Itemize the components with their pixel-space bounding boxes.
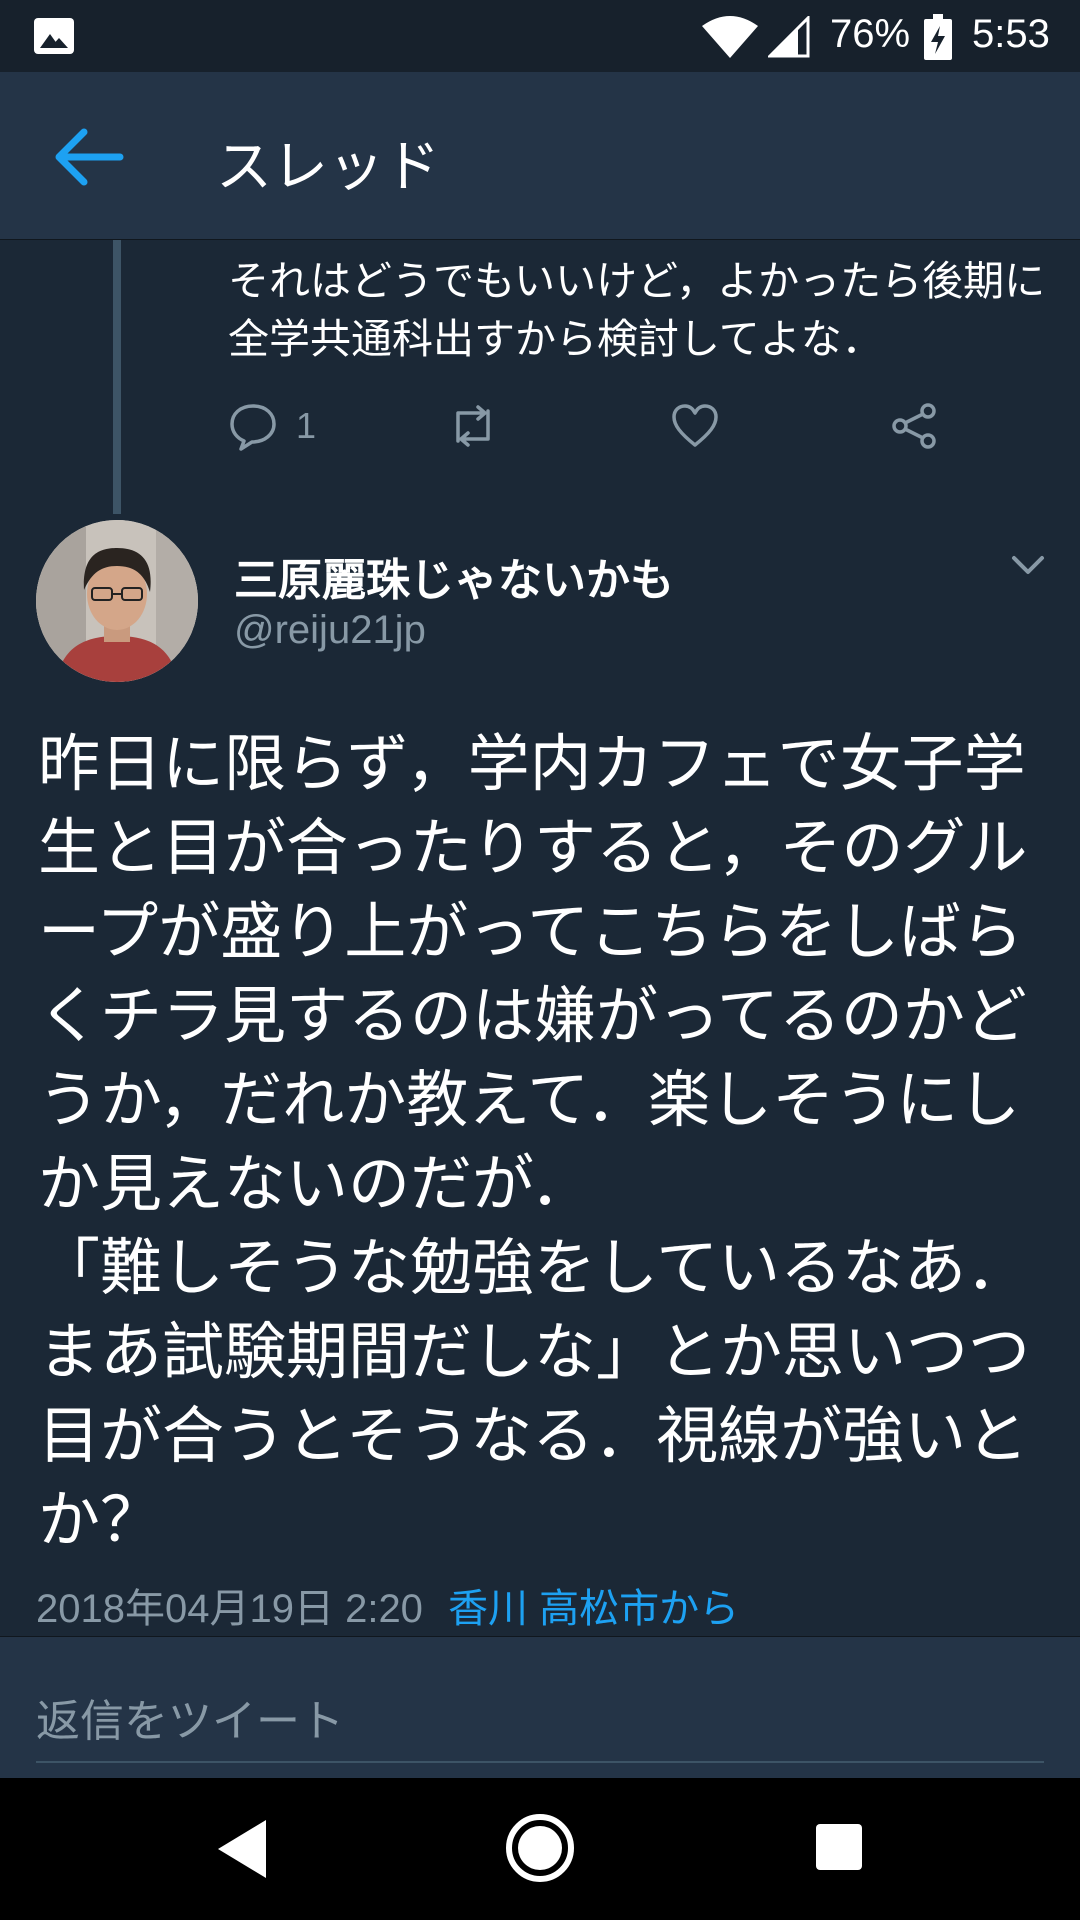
tweet-location-link[interactable]: 香川 高松市から (448, 1587, 739, 1631)
previous-tweet-actions: 1 (228, 398, 1048, 454)
header: スレッド (0, 72, 1080, 240)
user-name[interactable]: 三原麗珠じゃないかも (234, 544, 674, 608)
reply-button[interactable]: 1 (228, 398, 316, 454)
share-button[interactable] (890, 398, 940, 454)
wifi-icon (702, 16, 758, 58)
chevron-down-icon[interactable] (1008, 548, 1048, 582)
previous-tweet-text[interactable]: それはどうでもいいけど，よかったら後期に全学共通科出すから検討してよな． (228, 252, 1048, 368)
user-handle[interactable]: @reiju21jp (234, 608, 426, 653)
battery-charging-icon (924, 14, 952, 60)
nav-back-icon[interactable] (214, 1818, 270, 1880)
reply-input[interactable]: 返信をツイート (36, 1685, 344, 1749)
tweet-text: 昨日に限らず，学内カフェで女子学生と目が合ったりすると，そのグループが盛り上がっ… (38, 727, 1031, 1556)
reply-count: 1 (296, 405, 317, 446)
image-notification-icon (34, 18, 74, 54)
thread-connector-line (113, 240, 121, 514)
status-bar: 76% 5:53 (0, 0, 1080, 72)
avatar[interactable] (36, 520, 198, 682)
system-nav-bar (0, 1778, 1080, 1920)
tweet-timestamp: 2018年04月19日 2:20 (36, 1587, 423, 1631)
like-button[interactable] (670, 398, 720, 454)
tweet-meta: 2018年04月19日 2:20 香川 高松市から (36, 1576, 739, 1634)
arrow-left-icon[interactable] (52, 126, 124, 188)
retweet-button[interactable] (448, 398, 498, 454)
nav-recents-icon[interactable] (816, 1824, 862, 1870)
retweet-icon (456, 405, 490, 447)
reply-input-underline (36, 1761, 1044, 1763)
signal-icon (768, 16, 810, 58)
reply-icon (230, 404, 276, 451)
battery-percent: 76% (830, 12, 911, 56)
reply-bar: 返信をツイート (0, 1636, 1080, 1778)
clock: 5:53 (972, 12, 1050, 56)
share-icon (892, 403, 936, 449)
page-title: スレッド (216, 135, 440, 200)
nav-home-icon[interactable] (506, 1814, 574, 1882)
like-icon (672, 404, 718, 447)
avatar-photo (36, 520, 198, 682)
